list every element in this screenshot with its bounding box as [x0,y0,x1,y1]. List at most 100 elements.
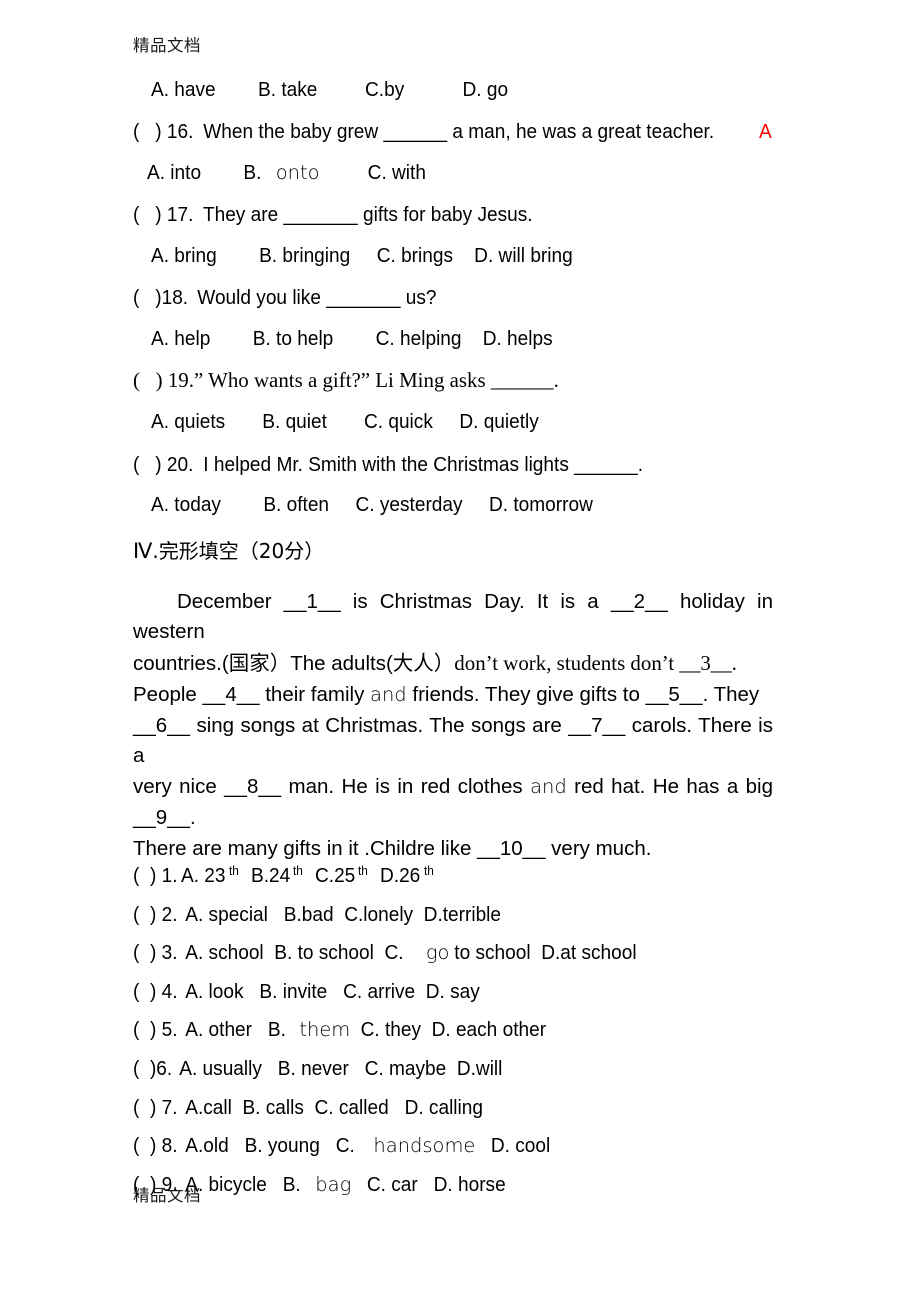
passage-gloss-country: 国家 [228,651,270,676]
cloze-item-1-option-b-sup: th [292,863,303,879]
passage-gloss-adults: 大人 [392,651,434,676]
cloze-item-1-marker: ( ) 1. [133,864,178,888]
question-20: ( ) 20. I helped Mr. Smith with the Chri… [133,454,800,476]
passage-line-6-text: There are many gifts in it .Childre like… [133,836,652,860]
question-16-marker: ( ) 16. [133,120,194,144]
cloze-item-1-option-c-sup: th [358,863,369,879]
cloze-item-6-options: A. usually B. never C. maybe D.will [175,1057,503,1080]
question-18: ( )18. Would you like _______ us? [133,287,800,309]
question-20-options-text: A. today B. often C. yesterday D. tomorr… [151,493,593,517]
cloze-item-9-option-b-word: bag [315,1172,352,1196]
cloze-item-9: ( ) 9. A. bicycle B. bag C. car D. horse [133,1174,800,1196]
cloze-item-9-options-post: C. car D. horse [351,1172,506,1196]
question-16-options-post: C. with [319,160,426,184]
question-19: ( ) 19.” Who wants a gift?” Li Ming asks… [133,368,800,393]
cloze-item-7-marker: ( ) 7. [133,1095,178,1119]
section-heading-cloze: Ⅳ.完形填空（20分） [133,538,800,563]
question-18-options-text: A. help B. to help C. helping D. helps [151,326,553,350]
cloze-item-8: ( ) 8. A.old B. young C. handsome D. coo… [133,1135,800,1157]
question-20-stem: I helped Mr. Smith with the Christmas li… [197,452,644,476]
question-19-marker: ( ) 19. [133,368,194,393]
question-19-stem: ” Who wants a gift?” Li Ming asks ______… [193,368,559,393]
cloze-item-3-option-c-word: go [425,941,450,965]
passage-line-1-text: December __1__ is Christmas Day. It is a… [133,589,773,644]
question-17-options-text: A. bring B. bringing C. brings D. will b… [151,243,573,267]
cloze-item-1: ( ) 1. A. 23th B.24 th C.25 th D.26 th [133,864,800,887]
question-16-stem: When the baby grew ______ a man, he was … [197,120,720,144]
cloze-item-8-options-pre: A.old B. young C. [180,1134,360,1158]
cloze-item-5-marker: ( ) 5. [133,1018,178,1042]
passage-line-2-serif: don’t work, students don’t __3__. [454,651,737,676]
question-17-marker: ( ) 17. [133,203,194,227]
cloze-item-8-marker: ( ) 8. [133,1134,178,1158]
cloze-item-5: ( ) 5. A. other B. them C. they D. each … [133,1019,800,1041]
question-16-options-pre: A. into B. [147,160,267,184]
cloze-item-5-option-b-word: them [299,1018,351,1042]
cloze-item-3: ( ) 3. A. school B. to school C. go to s… [133,942,800,964]
cloze-item-3-options-post: to school D.at school [449,941,638,965]
watermark-header: 精品文档 [133,36,201,55]
cloze-item-8-option-c-word: handsome [373,1134,476,1158]
cloze-item-3-options-pre: A. school B. to school C. [180,941,409,965]
question-17-options: A. bring B. bringing C. brings D. will b… [133,245,800,267]
passage-line-3: People __4__ their family and friends. T… [133,680,773,711]
question-19-options-text: A. quiets B. quiet C. quick D. quietly [151,410,539,434]
section-title: .完形填空（20分） [152,538,325,563]
question-17: ( ) 17. They are _______ gifts for baby … [133,204,800,226]
section-numeral: Ⅳ [133,538,153,563]
cloze-item-5-options-pre: A. other B. [180,1018,292,1042]
cloze-item-1-option-d-sup: th [423,863,434,879]
question-17-stem: They are _______ gifts for baby Jesus. [197,203,533,227]
cloze-item-8-options-post: D. cool [475,1134,551,1158]
passage-line-3a: People __4__ their family [133,682,371,706]
passage-line-2: countries.(国家）The adults(大人）don’t work, … [133,648,773,680]
question-18-marker: ( )18. [133,286,189,310]
cloze-item-2-marker: ( ) 2. [133,902,178,926]
leading-options-line: A. have B. take C.by D. go [133,77,800,101]
passage-line-1: December __1__ is Christmas Day. It is a… [133,587,773,649]
question-16-answer: A [758,120,772,144]
watermark-footer: 精品文档 [133,1186,201,1205]
passage-line-2b: ）The adults( [269,652,393,676]
passage-line-2c: ） [433,652,455,676]
passage-line-4: __6__ sing songs at Christmas. The songs… [133,711,773,773]
passage-line-5-and: and [530,775,567,799]
cloze-item-1-option-d: D.26 [380,864,421,888]
cloze-item-5-options-post: C. they D. each other [350,1018,547,1042]
cloze-item-1-option-a: A. 23 [180,864,226,888]
cloze-item-1-option-c: C.25 [314,864,356,888]
cloze-item-6: ( )6. A. usually B. never C. maybe D.wil… [133,1058,800,1080]
cloze-item-4-options: A. look B. invite C. arrive D. say [180,979,480,1003]
leading-options-text: A. have B. take C.by D. go [151,77,509,101]
question-16: ( ) 16. When the baby grew ______ a man,… [133,121,800,143]
cloze-item-7: ( ) 7. A.call B. calls C. called D. call… [133,1095,800,1119]
cloze-item-7-options: A.call B. calls C. called D. calling [180,1095,483,1119]
question-18-options: A. help B. to help C. helping D. helps [133,328,800,350]
cloze-item-1-option-b: B.24 [250,864,290,888]
question-16-option-b-word: onto [275,160,320,184]
cloze-item-1-sep2 [304,865,315,887]
cloze-item-6-marker: ( )6. [133,1057,173,1080]
passage-line-5: very nice __8__ man. He is in red clothe… [133,772,773,834]
question-18-stem: Would you like _______ us? [192,286,437,310]
question-16-options: A. into B. onto C. with [133,162,800,184]
passage-line-5a: very nice __8__ man. He is in red clothe… [133,775,531,799]
